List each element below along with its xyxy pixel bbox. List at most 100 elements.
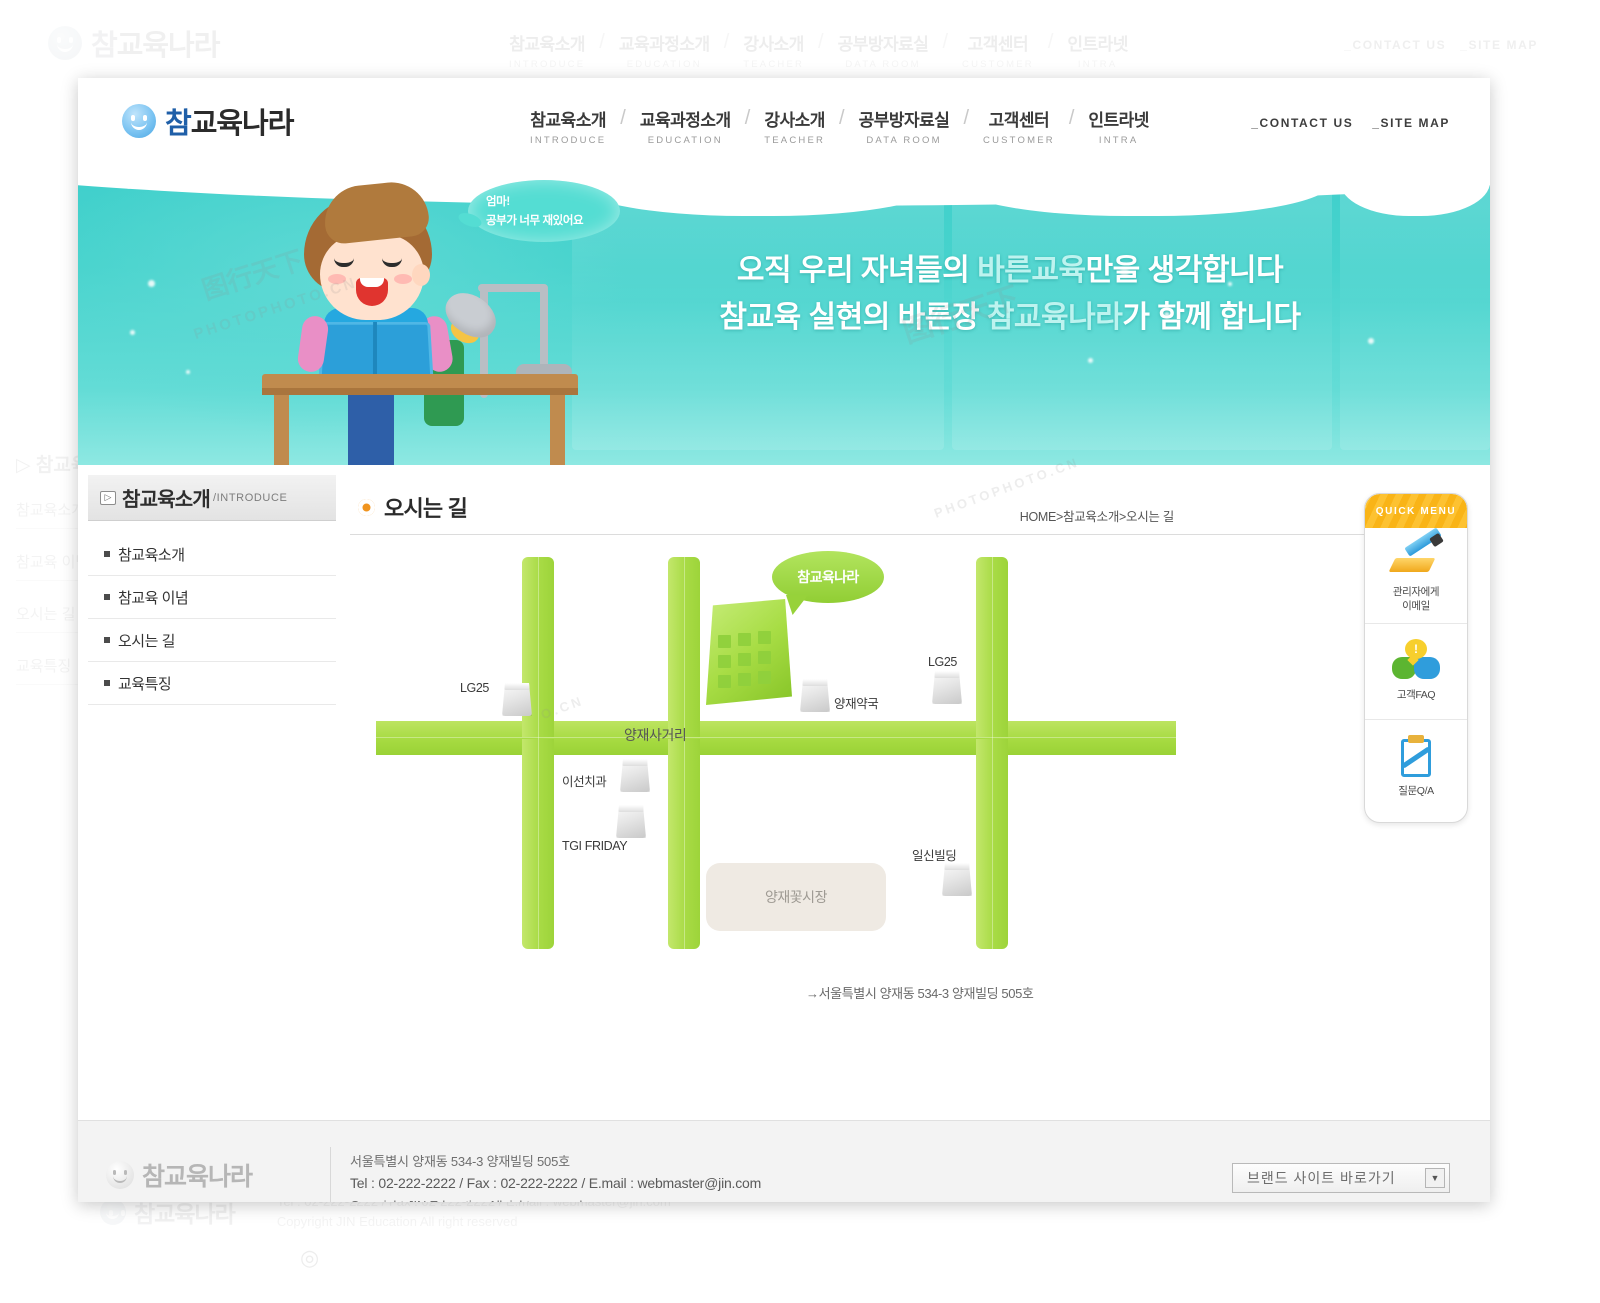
nav-item-introduce: 참교육소개 INTRODUCE [495,30,599,70]
logo-text: 참교육나라 [165,108,294,140]
nav-item-label-en: DATA ROOM [866,135,942,146]
brand-site-select[interactable]: 브랜드 사이트 바로가기 ▼ [1232,1163,1450,1193]
site-footer: 참교육나라 서울특별시 양재동 534-3 양재빌딩 505호 Tel : 02… [78,1120,1490,1202]
map-label-pharmacy: 양재약국 [834,697,879,711]
bullet-icon [104,594,110,600]
nav-item-data-room[interactable]: 공부방자료실 DATA ROOM [845,106,964,146]
hero-banner: 엄마! 공부가 너무 재있어요 오직 우리 자녀들의 바른교육만을 생각합니다 … [78,160,1490,465]
map-label-lg25-left: LG25 [460,681,489,695]
map-marker-building [800,679,830,712]
main-panel: 오시는 길 HOME>참교육소개>오시는 길 LG25 참교육나라 양재약국 L… [336,465,1490,1120]
nav-item-label-en: INTRODUCE [530,135,607,146]
nav-item-label-ko: 강사소개 [743,35,804,54]
quick-menu-item-faq[interactable]: ! 고객FAQ [1365,624,1467,720]
nav-item-label-ko: 교육과정소개 [618,35,710,54]
nav-separator: / [599,31,605,53]
nav-item-label-en: EDUCATION [647,135,723,146]
main-window: 참교육나라 참교육소개 INTRODUCE / 교육과정소개 EDUCATION / 강사소… [78,78,1490,1202]
map-label-intersection: 양재사거리 [624,727,687,743]
page-title-text: 오시는 길 [384,496,468,521]
nav-item-teacher: 강사소개 TEACHER [729,30,818,70]
site-header: 참교육나라 참교육소개 INTRODUCE / 교육과정소개 EDUCATION / 강사소… [78,78,1490,160]
map-main-building [706,599,792,705]
nav-item-label-en: TEACHER [743,59,805,70]
nav-item-intra: 인트라넷 INTRA [1053,30,1142,70]
nav-item-label-ko: 참교육소개 [509,35,585,54]
map-callout-bubble: 참교육나라 [772,551,884,603]
site-logo[interactable]: 참교육나라 [122,100,294,142]
chevron-down-icon: ▼ [1425,1168,1445,1188]
nav-item-label-ko: 강사소개 [764,111,825,130]
nav-item-label-en: EDUCATION [626,59,702,70]
map-marker-building [942,863,972,896]
nav-item-label-ko: 공부방자료실 [858,111,950,130]
nav-separator: / [723,31,730,53]
nav-item-label-en: CUSTOMER [962,59,1034,70]
hero-line-1: 오직 우리 자녀들의 바른교육만을 생각합니다 [736,254,1284,287]
speech-line-2: 공부가 너무 재있어요 [486,214,584,227]
sidebar-item-features[interactable]: 교육특징 [88,662,336,705]
background-nav: 참교육소개 INTRODUCE / 교육과정소개 EDUCATION / 강사소개 TEACH… [495,30,1142,70]
sidebar-item-directions[interactable]: 오시는 길 [88,619,336,662]
pencil-icon [1388,527,1444,580]
quick-menu-item-email[interactable]: 관리자에게 이메일 [1365,527,1467,624]
nav-item-label-en: INTRODUCE [509,59,586,70]
map-marker-building [616,805,646,838]
footer-info: 서울특별시 양재동 534-3 양재빌딩 505호 Tel : 02-222-2… [350,1151,761,1202]
sidebar-item-intro[interactable]: 참교육소개 [88,533,336,576]
nav-item-label-ko: 공부방자료실 [837,35,929,54]
nav-item-label-en: INTRA [1077,59,1118,70]
sidebar-item-label: 참교육 이념 [118,589,189,607]
nav-item-customer[interactable]: 고객센터 CUSTOMER [969,106,1069,146]
sidebar-item-label: 참교육소개 [118,546,185,564]
quick-menu-item-qa[interactable]: 질문Q/A [1365,720,1467,816]
utility-links: _CONTACT US _SITE MAP [1237,116,1450,130]
map-label-lg25-right: LG25 [928,655,957,669]
nav-item-introduce[interactable]: 참교육소개 INTRODUCE [516,106,620,146]
quick-item-label-line2: 이메일 [1402,600,1430,612]
site-map-link[interactable]: _SITE MAP [1372,116,1450,130]
nav-item-teacher[interactable]: 강사소개 TEACHER [750,106,839,146]
footer-logo-text: 참교육나라 [142,1163,253,1191]
map-callout-text: 참교육나라 [797,569,859,585]
quick-item-label-line1: 관리자에게 [1392,585,1440,598]
bullet-icon [104,551,110,557]
quick-item-label-line1: 고객FAQ [1396,688,1436,701]
content-area: ▷ 참교육소개 /INTRODUCE 참교육소개 참교육 이념 오시는 길 교육… [78,465,1490,1120]
map-address: →서울특별시 양재동 534-3 양재빌딩 505호 [806,986,1034,1001]
quick-menu-heading: QUICK MENU [1375,505,1457,517]
page-title: 오시는 길 [358,491,468,523]
brand-site-select-label: 브랜드 사이트 바로가기 [1247,1170,1396,1186]
nav-item-label-ko: 인트라넷 [1067,35,1128,54]
bullet-icon [104,637,110,643]
nav-item-label-en: TEACHER [764,135,826,146]
breadcrumb: HOME>참교육소개>오시는 길 [1019,510,1175,524]
sidebar: ▷ 참교육소개 /INTRODUCE 참교육소개 참교육 이념 오시는 길 교육… [78,465,336,1120]
screenshot-root: 참교육나라 참교육소개 INTRODUCE / 교육과정소개 EDUCATION / 강사소… [0,0,1600,1303]
chevron-right-icon: ▷ [100,490,116,505]
map-label-ilsin: 일신빌딩 [912,849,957,863]
nav-item-intra[interactable]: 인트라넷 INTRA [1074,106,1163,146]
nav-separator: / [1047,31,1054,53]
sidebar-item-philosophy[interactable]: 참교육 이념 [88,576,336,619]
sidebar-title-en: /INTRODUCE [213,491,288,504]
map-marker-building [932,671,962,704]
main-navigation: 참교육소개 INTRODUCE / 교육과정소개 EDUCATION / 강사소개 TEACH… [516,106,1163,146]
contact-us-link[interactable]: _CONTACT US [1251,116,1353,130]
nav-item-customer: 고객센터 CUSTOMER [948,30,1048,70]
nav-item-label-ko: 인트라넷 [1088,111,1149,130]
clipboard-icon [1390,735,1442,779]
nav-item-education[interactable]: 교육과정소개 EDUCATION [626,106,745,146]
speech-line-1: 엄마! [486,196,510,208]
nav-separator: / [818,31,824,53]
smiley-logo-icon [106,1161,134,1189]
nav-item-label-en: INTRA [1098,135,1139,146]
nav-item-education: 교육과정소개 EDUCATION [605,30,724,70]
student-illustration: 엄마! 공부가 너무 재있어요 [228,168,620,465]
bullet-ring-icon [358,498,375,516]
smiley-logo-icon [122,104,156,138]
hero-copy: 오직 우리 자녀들의 바른교육만을 생각합니다 참교육 실현의 바른장 참교육나… [690,248,1330,341]
nav-item-label-ko: 교육과정소개 [639,111,731,130]
road-horizontal-main [376,721,1176,755]
footer-logo: 참교육나라 [106,1157,253,1193]
